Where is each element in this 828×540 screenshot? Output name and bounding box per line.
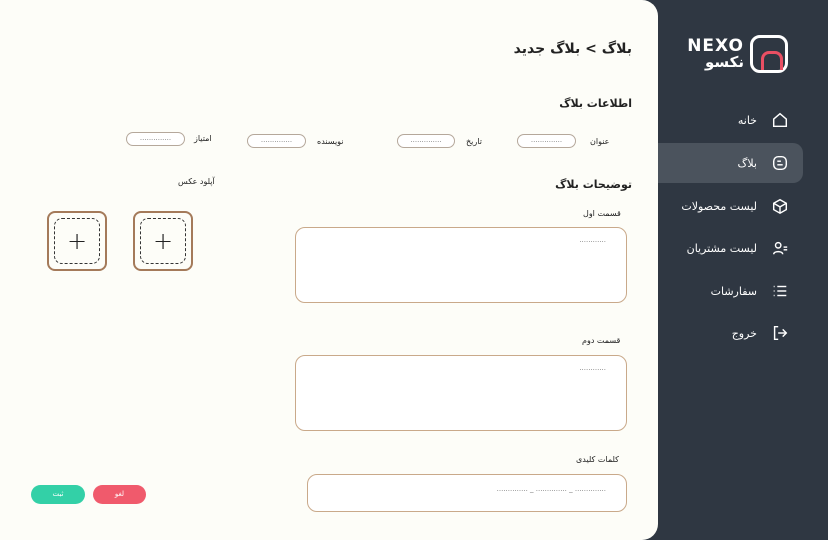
score-label: امتیاز: [194, 134, 212, 143]
keywords-placeholder: .............. _ .............. _ ......…: [496, 485, 606, 493]
orders-icon: [773, 285, 787, 297]
part2-placeholder: ............: [579, 364, 606, 372]
desc-section-title: توضیحات بلاگ: [555, 178, 632, 191]
customers-icon: [772, 241, 788, 255]
upload-label: آپلود عکس: [178, 177, 215, 186]
sidebar-item-logout[interactable]: خروج: [658, 313, 803, 353]
sidebar-item-home[interactable]: خانه: [658, 100, 803, 140]
sidebar: NEXO نکسو خانه بلاگ لیست محصولات لیست مش…: [658, 0, 828, 540]
breadcrumb: بلاگ > بلاگ جدید: [513, 41, 632, 57]
brand-logo: NEXO نکسو: [687, 35, 788, 73]
keywords-label: کلمات کلیدی: [576, 455, 619, 464]
brand-name-fa: نکسو: [704, 53, 744, 71]
sidebar-item-label: لیست محصولات: [681, 199, 757, 213]
sidebar-item-customers[interactable]: لیست مشتریان: [658, 228, 803, 268]
logout-icon: [773, 325, 788, 341]
keywords-input[interactable]: .............. _ .............. _ ......…: [307, 474, 627, 512]
main-panel: بلاگ > بلاگ جدید اطلاعات بلاگ عنوان ....…: [0, 0, 658, 540]
cancel-button[interactable]: لغو: [93, 485, 146, 504]
part1-label: قسمت اول: [583, 209, 621, 218]
part2-textarea[interactable]: ............: [295, 355, 627, 431]
upload-slot-1[interactable]: +: [47, 211, 107, 271]
sidebar-item-blog[interactable]: بلاگ: [658, 143, 803, 183]
author-label: نویسنده: [317, 137, 344, 146]
info-section-title: اطلاعات بلاگ: [559, 97, 632, 110]
date-label: تاریخ: [466, 137, 482, 146]
part2-label: قسمت دوم: [582, 336, 621, 345]
plus-icon: +: [54, 218, 100, 264]
upload-slot-2[interactable]: +: [133, 211, 193, 271]
title-input[interactable]: ..............: [517, 134, 576, 148]
author-input[interactable]: ..............: [247, 134, 306, 148]
blog-icon: [772, 155, 788, 171]
part1-textarea[interactable]: ............: [295, 227, 627, 303]
plus-icon: +: [140, 218, 186, 264]
logo-icon: [750, 35, 788, 73]
home-icon: [772, 112, 788, 128]
date-input[interactable]: ..............: [397, 134, 455, 148]
score-input[interactable]: ..............: [126, 132, 185, 146]
title-label: عنوان: [590, 137, 610, 146]
sidebar-item-orders[interactable]: سفارشات: [658, 271, 803, 311]
sidebar-item-label: لیست مشتریان: [686, 241, 757, 255]
sidebar-item-label: خروج: [731, 326, 757, 340]
brand-name-en: NEXO: [687, 36, 744, 56]
sidebar-item-label: خانه: [737, 113, 757, 127]
submit-button[interactable]: ثبت: [31, 485, 85, 504]
sidebar-item-products[interactable]: لیست محصولات: [658, 186, 803, 226]
sidebar-item-label: سفارشات: [710, 284, 757, 298]
part1-placeholder: ............: [579, 236, 606, 244]
sidebar-item-label: بلاگ: [737, 156, 757, 170]
products-icon: [772, 198, 788, 215]
